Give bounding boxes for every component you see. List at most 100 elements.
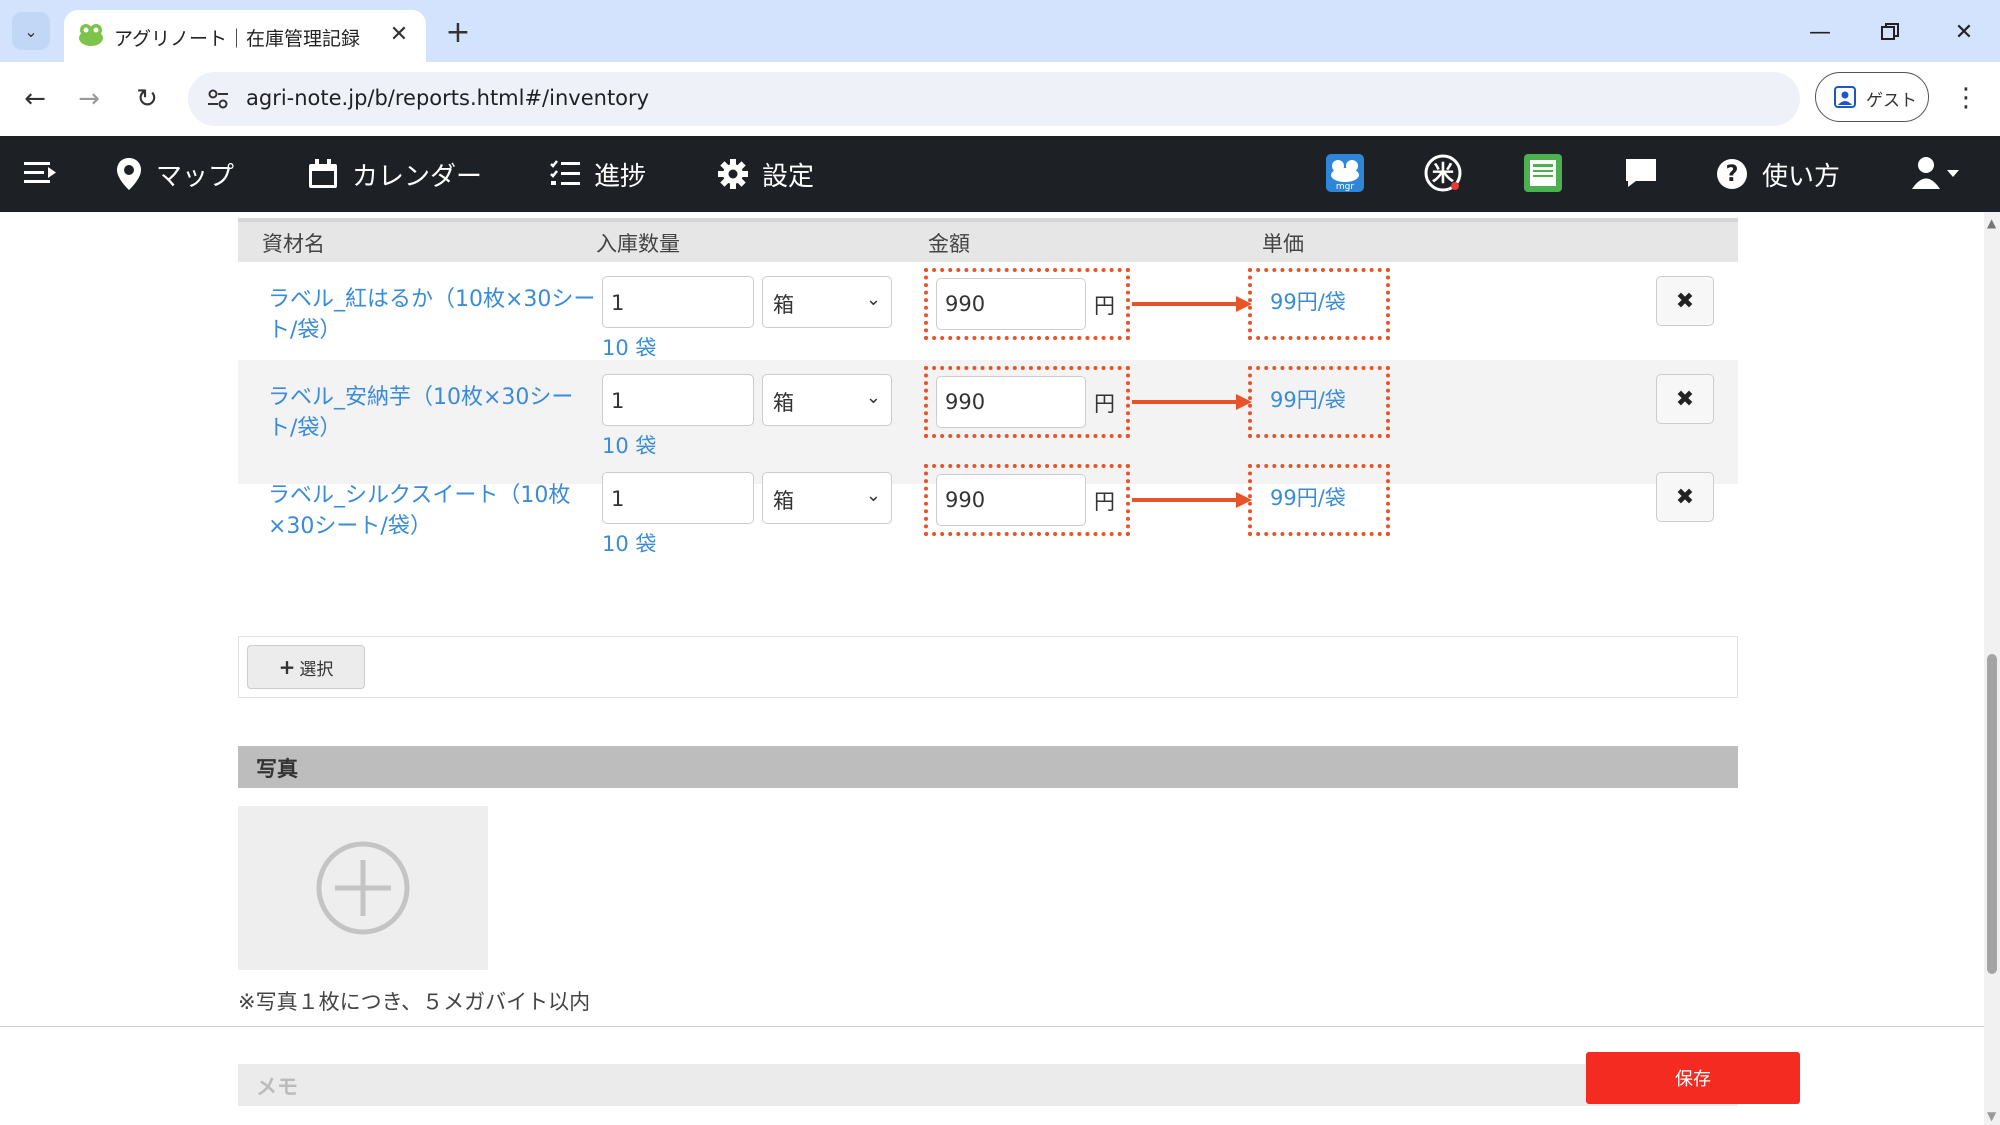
nav-progress[interactable]: 進捗 xyxy=(550,136,646,212)
address-bar[interactable]: agri-note.jp/b/reports.html#/inventory xyxy=(188,72,1800,126)
chevron-down-icon: ⌄ xyxy=(865,387,881,408)
quantity-conversion: 10 袋 xyxy=(602,434,657,458)
url-text: agri-note.jp/b/reports.html#/inventory xyxy=(246,86,650,110)
svg-text:米: 米 xyxy=(1432,162,1455,187)
unit-select[interactable]: 箱 ⌄ xyxy=(762,374,892,426)
profile-icon xyxy=(1834,86,1856,108)
calendar-icon xyxy=(309,159,337,188)
map-pin-icon xyxy=(117,158,141,190)
material-name-link[interactable]: ラベル_シルクスイート（10枚×30シート/袋） xyxy=(268,480,598,542)
tab-search-button[interactable]: ⌄ xyxy=(12,12,50,50)
nav-settings-label: 設定 xyxy=(762,161,815,192)
chevron-down-icon: ⌄ xyxy=(865,289,881,310)
plus-icon: + xyxy=(278,655,296,679)
arrow-right-icon xyxy=(1132,296,1252,312)
select-button-label: 選択 xyxy=(299,659,334,680)
quantity-conversion: 10 袋 xyxy=(602,336,657,360)
quantity-input[interactable]: 1 xyxy=(602,472,754,524)
currency-label: 円 xyxy=(1094,294,1115,318)
unit-price-link[interactable]: 99円/袋 xyxy=(1270,286,1346,316)
quantity-input[interactable]: 1 xyxy=(602,276,754,328)
scrollbar[interactable]: ▲ ▼ xyxy=(1984,212,2000,1125)
nav-calendar-label: カレンダー xyxy=(352,161,483,192)
close-tab-icon[interactable]: ✕ xyxy=(384,19,414,49)
forward-icon[interactable]: → xyxy=(70,80,108,118)
delete-row-button[interactable]: ✖ xyxy=(1656,472,1714,522)
user-icon[interactable] xyxy=(1906,150,1966,196)
material-name-link[interactable]: ラベル_紅はるか（10枚×30シート/袋） xyxy=(268,284,598,346)
new-tab-button[interactable]: + xyxy=(440,14,476,50)
close-icon: ✖ xyxy=(1675,288,1695,314)
more-menu-icon[interactable]: ⋮ xyxy=(1946,76,1986,120)
unit-price-highlight: 99円/袋 xyxy=(1248,366,1390,438)
amount-input[interactable]: 990 xyxy=(936,376,1086,428)
scroll-down-icon[interactable]: ▼ xyxy=(1987,1109,1996,1123)
amount-input[interactable]: 990 xyxy=(936,278,1086,330)
photo-size-note: ※写真１枚につき、５メガバイト以内 xyxy=(238,990,591,1014)
app-nav-bar: マップ カレンダー 進捗 設定 mgr 米 ? 使い方 xyxy=(0,136,2000,212)
mgr-icon[interactable]: mgr xyxy=(1322,150,1368,196)
unit-price-link[interactable]: 99円/袋 xyxy=(1270,384,1346,414)
save-button[interactable]: 保存 xyxy=(1586,1052,1800,1104)
chat-icon[interactable] xyxy=(1618,150,1664,196)
material-name-link[interactable]: ラベル_安納芋（10枚×30シート/袋） xyxy=(268,382,598,444)
table-row: ラベル_シルクスイート（10枚×30シート/袋） 1 箱 ⌄ 10 袋 990 … xyxy=(238,458,1738,582)
header-quantity: 入庫数量 xyxy=(596,232,680,256)
currency-label: 円 xyxy=(1094,490,1115,514)
unit-select[interactable]: 箱 ⌄ xyxy=(762,276,892,328)
tab-title: アグリノート｜在庫管理記録 xyxy=(114,28,361,50)
memo-heading: メモ xyxy=(256,1075,298,1099)
site-settings-icon[interactable] xyxy=(204,85,232,113)
add-photo-button[interactable] xyxy=(238,806,488,970)
amount-highlight: 990 円 xyxy=(924,464,1130,536)
delete-row-button[interactable]: ✖ xyxy=(1656,276,1714,326)
chevron-down-icon: ⌄ xyxy=(24,21,38,41)
unit-price-link[interactable]: 99円/袋 xyxy=(1270,482,1346,512)
reload-icon[interactable]: ↻ xyxy=(128,80,166,118)
unit-price-highlight: 99円/袋 xyxy=(1248,268,1390,340)
header-material: 資材名 xyxy=(262,232,325,256)
rice-icon[interactable]: 米 xyxy=(1420,150,1466,196)
scrollbar-thumb[interactable] xyxy=(1987,654,1997,974)
browser-toolbar: ← → ↻ agri-note.jp/b/reports.html#/inven… xyxy=(0,62,2000,136)
browser-tab[interactable]: アグリノート｜在庫管理記録 ✕ xyxy=(64,10,426,62)
minimize-icon[interactable]: — xyxy=(1798,10,1842,54)
restore-icon[interactable] xyxy=(1868,10,1912,54)
delete-row-button[interactable]: ✖ xyxy=(1656,374,1714,424)
quantity-input[interactable]: 1 xyxy=(602,374,754,426)
book-icon[interactable] xyxy=(1520,150,1566,196)
gear-icon xyxy=(718,159,748,189)
select-material-area: + 選択 xyxy=(238,636,1738,698)
currency-label: 円 xyxy=(1094,392,1115,416)
profile-label: ゲスト xyxy=(1866,91,1917,111)
main-content: 資材名 入庫数量 金額 単価 ラベル_紅はるか（10枚×30シート/袋） 1 箱… xyxy=(0,212,1984,1125)
unit-select[interactable]: 箱 ⌄ xyxy=(762,472,892,524)
quantity-conversion: 10 袋 xyxy=(602,532,657,556)
nav-help-label: 使い方 xyxy=(1762,161,1841,192)
chevron-down-icon: ⌄ xyxy=(865,485,881,506)
back-icon[interactable]: ← xyxy=(16,80,54,118)
nav-calendar[interactable]: カレンダー xyxy=(308,136,482,212)
divider xyxy=(0,1026,1984,1027)
arrow-right-icon xyxy=(1132,492,1252,508)
plus-circle-icon xyxy=(316,841,410,935)
scroll-up-icon[interactable]: ▲ xyxy=(1987,216,1996,230)
select-material-button[interactable]: + 選択 xyxy=(247,645,365,689)
nav-help[interactable]: ? 使い方 xyxy=(1716,136,1840,212)
table-header: 資材名 入庫数量 金額 単価 xyxy=(238,218,1738,262)
nav-settings[interactable]: 設定 xyxy=(718,136,814,212)
arrow-right-icon xyxy=(1132,394,1252,410)
amount-input[interactable]: 990 xyxy=(936,474,1086,526)
checklist-icon xyxy=(550,160,580,185)
close-icon: ✖ xyxy=(1675,386,1695,412)
nav-map-label: マップ xyxy=(156,161,235,192)
header-amount: 金額 xyxy=(928,232,970,256)
profile-button[interactable]: ゲスト xyxy=(1815,72,1929,122)
nav-map[interactable]: マップ xyxy=(116,136,234,212)
close-window-icon[interactable]: ✕ xyxy=(1942,10,1986,54)
menu-toggle-icon[interactable] xyxy=(18,150,64,196)
unit-price-highlight: 99円/袋 xyxy=(1248,464,1390,536)
nav-progress-label: 進捗 xyxy=(594,161,647,192)
close-icon: ✖ xyxy=(1675,484,1695,510)
unit-select-value: 箱 xyxy=(773,293,794,317)
